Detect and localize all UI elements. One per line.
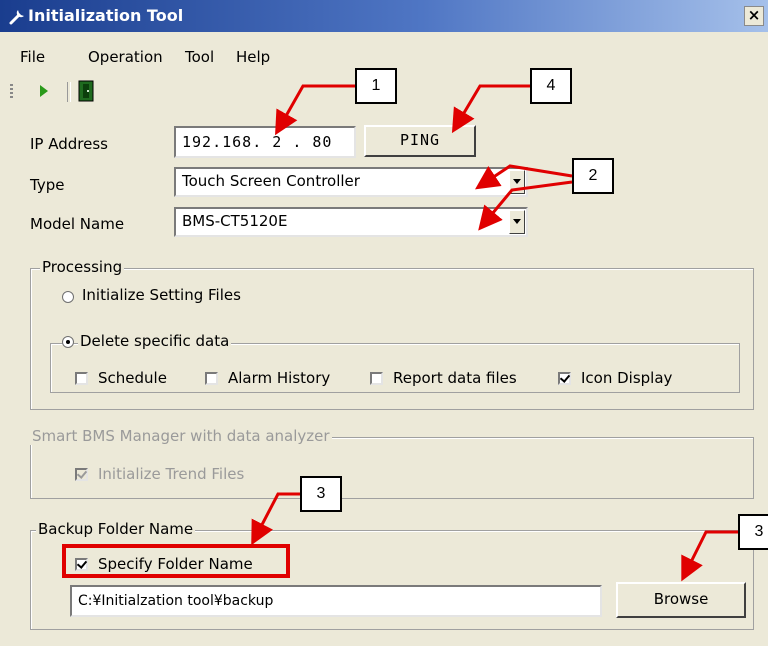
menu-operation[interactable]: Operation	[88, 48, 163, 66]
toolbar-separator	[67, 82, 71, 102]
arrow-4	[451, 84, 530, 134]
toolbar	[10, 78, 120, 106]
close-button[interactable]: ×	[744, 6, 764, 26]
run-icon[interactable]	[32, 78, 56, 104]
initialize-trend-files-checkbox	[75, 468, 88, 481]
icon-display-label[interactable]: Icon Display	[581, 369, 672, 387]
schedule-label[interactable]: Schedule	[98, 369, 167, 387]
type-select[interactable]: Touch Screen Controller	[174, 167, 528, 197]
type-select-value: Touch Screen Controller	[182, 172, 360, 190]
callout-4: 4	[530, 68, 572, 104]
wrench-icon	[9, 10, 24, 25]
initialization-tool-window: Initialization Tool × File Operation Too…	[0, 0, 768, 646]
callout-1: 1	[355, 68, 397, 104]
specify-folder-highlight	[62, 544, 290, 578]
delete-specific-data-label[interactable]: Delete specific data	[78, 332, 232, 350]
browse-button[interactable]: Browse	[616, 582, 746, 618]
title-bar: Initialization Tool ×	[0, 0, 768, 32]
menu-bar: File Operation Tool Help	[0, 36, 768, 72]
processing-group-title: Processing	[40, 258, 125, 276]
initialize-setting-files-radio[interactable]	[62, 291, 74, 303]
ping-button[interactable]: PING	[364, 125, 476, 157]
delete-specific-data-radio[interactable]	[62, 336, 74, 348]
type-dropdown-arrow-icon[interactable]	[509, 170, 525, 194]
model-name-select[interactable]: BMS-CT5120E	[174, 207, 528, 237]
model-name-label: Model Name	[30, 215, 125, 233]
callout-3a: 3	[300, 476, 342, 512]
backup-path-input[interactable]: C:¥Initialzation tool¥backup	[70, 585, 602, 617]
menu-help[interactable]: Help	[236, 48, 270, 66]
report-data-files-label[interactable]: Report data files	[393, 369, 517, 387]
initialize-trend-files-label: Initialize Trend Files	[98, 465, 245, 483]
model-name-select-value: BMS-CT5120E	[182, 212, 288, 230]
ip-address-input[interactable]: 192.168. 2 . 80	[174, 126, 356, 158]
toolbar-grip[interactable]	[10, 84, 13, 100]
arrow-1	[275, 84, 355, 136]
alarm-history-checkbox[interactable]	[205, 372, 218, 385]
initialize-setting-files-label[interactable]: Initialize Setting Files	[82, 286, 241, 304]
smart-bms-group-title: Smart BMS Manager with data analyzer	[30, 427, 332, 445]
backup-folder-group-title: Backup Folder Name	[36, 520, 196, 538]
ip-address-label: IP Address	[30, 135, 108, 153]
menu-tool[interactable]: Tool	[185, 48, 214, 66]
exit-icon[interactable]	[74, 78, 98, 104]
callout-3b: 3	[738, 514, 768, 550]
icon-display-checkbox[interactable]	[558, 372, 571, 385]
model-dropdown-arrow-icon[interactable]	[509, 210, 525, 234]
schedule-checkbox[interactable]	[75, 372, 88, 385]
window-title: Initialization Tool	[28, 6, 184, 25]
callout-2: 2	[572, 158, 614, 194]
alarm-history-label[interactable]: Alarm History	[228, 369, 330, 387]
menu-file[interactable]: File	[20, 48, 45, 66]
report-data-files-checkbox[interactable]	[370, 372, 383, 385]
type-label: Type	[30, 176, 65, 194]
